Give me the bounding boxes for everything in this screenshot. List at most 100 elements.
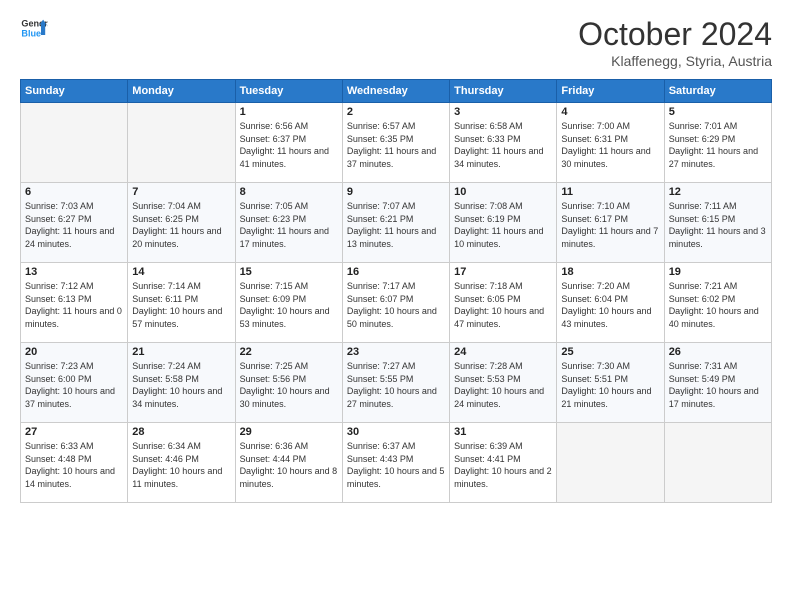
calendar-cell: 19Sunrise: 7:21 AMSunset: 6:02 PMDayligh… [664, 263, 771, 343]
col-wednesday: Wednesday [342, 80, 449, 103]
col-thursday: Thursday [450, 80, 557, 103]
cell-day-number: 6 [25, 186, 123, 198]
calendar-cell [128, 103, 235, 183]
col-monday: Monday [128, 80, 235, 103]
logo: General Blue [20, 16, 48, 42]
cell-day-number: 31 [454, 426, 552, 438]
cell-day-number: 9 [347, 186, 445, 198]
cell-info: Sunrise: 7:03 AMSunset: 6:27 PMDaylight:… [25, 200, 123, 250]
cell-day-number: 22 [240, 346, 338, 358]
cell-day-number: 7 [132, 186, 230, 198]
cell-info: Sunrise: 7:10 AMSunset: 6:17 PMDaylight:… [561, 200, 659, 250]
calendar-cell: 9 Sunrise: 7:07 AMSunset: 6:21 PMDaylight… [342, 183, 449, 263]
calendar-cell: 31 Sunrise: 6:39 AMSunset: 4:41 PMDayligh… [450, 423, 557, 503]
cell-info: Sunrise: 7:31 AMSunset: 5:49 PMDaylight:… [669, 360, 767, 410]
cell-day-number: 17 [454, 266, 552, 278]
calendar-cell: 13 Sunrise: 7:12 AMSunset: 6:13 PMDayligh… [21, 263, 128, 343]
cell-info: Sunrise: 6:34 AMSunset: 4:46 PMDaylight:… [132, 440, 230, 490]
calendar-cell: 29Sunrise: 6:36 AMSunset: 4:44 PMDayligh… [235, 423, 342, 503]
cell-day-number: 16 [347, 266, 445, 278]
cell-day-number: 10 [454, 186, 552, 198]
calendar-cell: 12 Sunrise: 7:11 AMSunset: 6:15 PMDayligh… [664, 183, 771, 263]
calendar-cell: 14 Sunrise: 7:14 AMSunset: 6:11 PMDayligh… [128, 263, 235, 343]
calendar-cell: 25Sunrise: 7:30 AMSunset: 5:51 PMDayligh… [557, 343, 664, 423]
cell-info: Sunrise: 7:00 AMSunset: 6:31 PMDaylight:… [561, 120, 659, 170]
cell-day-number: 23 [347, 346, 445, 358]
cell-info: Sunrise: 7:07 AMSunset: 6:21 PMDaylight:… [347, 200, 445, 250]
cell-day-number: 24 [454, 346, 552, 358]
calendar-cell: 8 Sunrise: 7:05 AMSunset: 6:23 PMDaylight… [235, 183, 342, 263]
cell-day-number: 14 [132, 266, 230, 278]
cell-day-number: 8 [240, 186, 338, 198]
calendar-cell: 18 Sunrise: 7:20 AMSunset: 6:04 PMDayligh… [557, 263, 664, 343]
calendar-cell: 15Sunrise: 7:15 AMSunset: 6:09 PMDayligh… [235, 263, 342, 343]
cell-info: Sunrise: 7:20 AMSunset: 6:04 PMDaylight:… [561, 280, 659, 330]
cell-info: Sunrise: 7:01 AMSunset: 6:29 PMDaylight:… [669, 120, 767, 170]
calendar-cell: 23 Sunrise: 7:27 AMSunset: 5:55 PMDayligh… [342, 343, 449, 423]
header: General Blue October 2024 Klaffenegg, St… [20, 16, 772, 69]
cell-info: Sunrise: 7:23 AMSunset: 6:00 PMDaylight:… [25, 360, 123, 410]
calendar-cell: 17 Sunrise: 7:18 AMSunset: 6:05 PMDayligh… [450, 263, 557, 343]
cell-info: Sunrise: 7:11 AMSunset: 6:15 PMDaylight:… [669, 200, 767, 250]
calendar-table: Sunday Monday Tuesday Wednesday Thursday… [20, 79, 772, 503]
calendar-cell: 6 Sunrise: 7:03 AMSunset: 6:27 PMDaylight… [21, 183, 128, 263]
cell-day-number: 13 [25, 266, 123, 278]
cell-day-number: 5 [669, 106, 767, 118]
cell-day-number: 19 [669, 266, 767, 278]
calendar-cell [664, 423, 771, 503]
cell-info: Sunrise: 7:08 AMSunset: 6:19 PMDaylight:… [454, 200, 552, 250]
cell-day-number: 15 [240, 266, 338, 278]
calendar-cell: 28 Sunrise: 6:34 AMSunset: 4:46 PMDayligh… [128, 423, 235, 503]
calendar-cell: 24 Sunrise: 7:28 AMSunset: 5:53 PMDayligh… [450, 343, 557, 423]
cell-info: Sunrise: 6:56 AMSunset: 6:37 PMDaylight:… [240, 120, 338, 170]
svg-text:Blue: Blue [21, 28, 41, 38]
calendar-header-row: Sunday Monday Tuesday Wednesday Thursday… [21, 80, 772, 103]
calendar-cell: 21 Sunrise: 7:24 AMSunset: 5:58 PMDayligh… [128, 343, 235, 423]
page: General Blue October 2024 Klaffenegg, St… [0, 0, 792, 612]
calendar-cell: 10 Sunrise: 7:08 AMSunset: 6:19 PMDayligh… [450, 183, 557, 263]
logo-icon: General Blue [20, 14, 48, 42]
cell-day-number: 12 [669, 186, 767, 198]
cell-info: Sunrise: 7:28 AMSunset: 5:53 PMDaylight:… [454, 360, 552, 410]
cell-info: Sunrise: 6:36 AMSunset: 4:44 PMDaylight:… [240, 440, 338, 490]
col-tuesday: Tuesday [235, 80, 342, 103]
cell-day-number: 3 [454, 106, 552, 118]
calendar-cell [557, 423, 664, 503]
cell-info: Sunrise: 7:18 AMSunset: 6:05 PMDaylight:… [454, 280, 552, 330]
calendar-cell: 26 Sunrise: 7:31 AMSunset: 5:49 PMDayligh… [664, 343, 771, 423]
cell-day-number: 1 [240, 106, 338, 118]
cell-day-number: 20 [25, 346, 123, 358]
calendar-cell: 7 Sunrise: 7:04 AMSunset: 6:25 PMDaylight… [128, 183, 235, 263]
cell-day-number: 21 [132, 346, 230, 358]
cell-day-number: 18 [561, 266, 659, 278]
cell-info: Sunrise: 7:27 AMSunset: 5:55 PMDaylight:… [347, 360, 445, 410]
calendar-cell: 3Sunrise: 6:58 AMSunset: 6:33 PMDaylight… [450, 103, 557, 183]
cell-info: Sunrise: 6:57 AMSunset: 6:35 PMDaylight:… [347, 120, 445, 170]
calendar-cell: 22 Sunrise: 7:25 AMSunset: 5:56 PMDayligh… [235, 343, 342, 423]
cell-day-number: 28 [132, 426, 230, 438]
cell-info: Sunrise: 6:33 AMSunset: 4:48 PMDaylight:… [25, 440, 123, 490]
calendar-cell: 2Sunrise: 6:57 AMSunset: 6:35 PMDaylight… [342, 103, 449, 183]
cell-day-number: 30 [347, 426, 445, 438]
cell-info: Sunrise: 7:25 AMSunset: 5:56 PMDaylight:… [240, 360, 338, 410]
calendar-cell: 20 Sunrise: 7:23 AMSunset: 6:00 PMDayligh… [21, 343, 128, 423]
col-sunday: Sunday [21, 80, 128, 103]
cell-day-number: 25 [561, 346, 659, 358]
calendar-cell: 5 Sunrise: 7:01 AMSunset: 6:29 PMDaylight… [664, 103, 771, 183]
calendar-week-4: 20 Sunrise: 7:23 AMSunset: 6:00 PMDayligh… [21, 343, 772, 423]
calendar-week-5: 27Sunrise: 6:33 AMSunset: 4:48 PMDayligh… [21, 423, 772, 503]
cell-info: Sunrise: 6:39 AMSunset: 4:41 PMDaylight:… [454, 440, 552, 490]
col-saturday: Saturday [664, 80, 771, 103]
cell-info: Sunrise: 7:12 AMSunset: 6:13 PMDaylight:… [25, 280, 123, 330]
calendar-cell: 1 Sunrise: 6:56 AMSunset: 6:37 PMDaylight… [235, 103, 342, 183]
title-block: October 2024 Klaffenegg, Styria, Austria [578, 16, 772, 69]
calendar-cell: 4 Sunrise: 7:00 AMSunset: 6:31 PMDaylight… [557, 103, 664, 183]
cell-day-number: 26 [669, 346, 767, 358]
cell-day-number: 4 [561, 106, 659, 118]
cell-info: Sunrise: 7:14 AMSunset: 6:11 PMDaylight:… [132, 280, 230, 330]
cell-info: Sunrise: 7:05 AMSunset: 6:23 PMDaylight:… [240, 200, 338, 250]
calendar-cell [21, 103, 128, 183]
cell-info: Sunrise: 7:24 AMSunset: 5:58 PMDaylight:… [132, 360, 230, 410]
calendar-week-1: 1 Sunrise: 6:56 AMSunset: 6:37 PMDaylight… [21, 103, 772, 183]
cell-info: Sunrise: 7:04 AMSunset: 6:25 PMDaylight:… [132, 200, 230, 250]
